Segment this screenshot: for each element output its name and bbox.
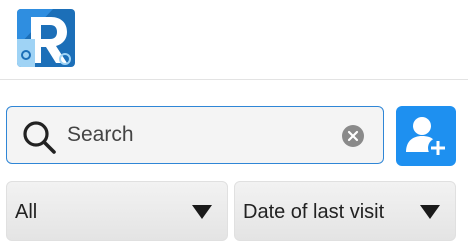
chevron-down-icon: [191, 204, 213, 220]
add-user-icon: [396, 117, 456, 169]
app-logo-icon: [17, 9, 75, 67]
chevron-down-icon: [419, 204, 441, 220]
search-input[interactable]: [67, 115, 337, 155]
clear-icon[interactable]: [341, 124, 365, 148]
header: [0, 0, 468, 80]
add-user-button[interactable]: [396, 106, 456, 166]
app-window: All Date of last visit: [0, 0, 468, 251]
filter-dropdown-value: All: [15, 201, 38, 223]
filter-dropdown[interactable]: All: [6, 181, 228, 241]
search-box: [6, 106, 384, 164]
sort-dropdown[interactable]: Date of last visit: [234, 181, 456, 241]
sort-dropdown-value: Date of last visit: [243, 201, 385, 223]
search-icon: [21, 119, 59, 157]
